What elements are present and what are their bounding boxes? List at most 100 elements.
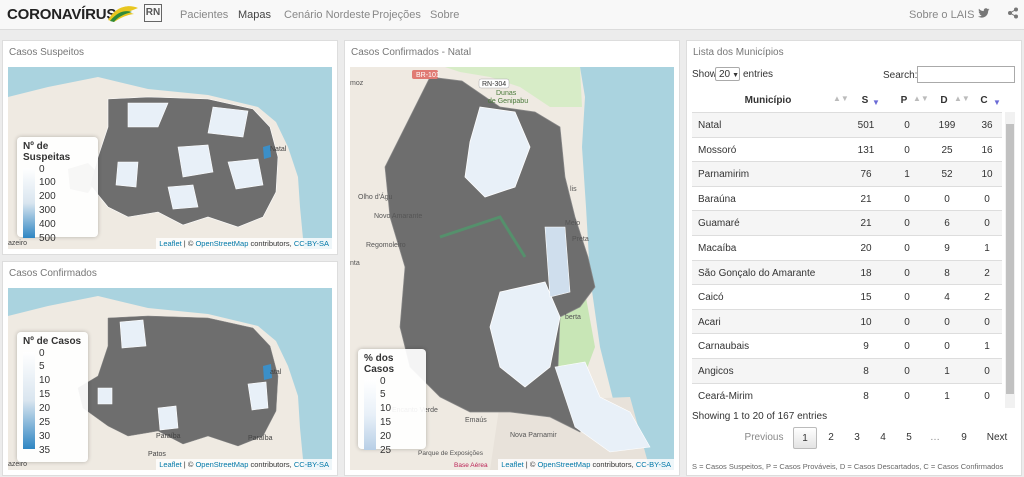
legend-tick: 25 (380, 445, 392, 456)
brand-logo-icon (108, 6, 138, 22)
table-row[interactable]: Guamaré 21 0 6 0 (692, 210, 1002, 236)
panel-title: Casos Confirmados - Natal (351, 47, 472, 58)
sort-icon[interactable]: ▲▼ (913, 94, 929, 103)
cell-d: 0 (944, 193, 950, 205)
col-header-c[interactable]: C (977, 95, 991, 106)
pagination-page-5[interactable]: 5 (900, 427, 918, 449)
pagination-page-2[interactable]: 2 (822, 427, 840, 449)
pagination-page-9[interactable]: 9 (955, 427, 973, 449)
scrollbar-thumb[interactable] (1006, 124, 1014, 394)
col-header-s[interactable]: S (858, 95, 872, 106)
search-input[interactable] (917, 66, 1015, 83)
pagination-page-1[interactable]: 1 (793, 427, 817, 449)
cell-municipio: Mossoró (698, 144, 737, 156)
table-row[interactable]: Carnaubais 9 0 0 1 (692, 333, 1002, 358)
cell-s: 8 (863, 390, 869, 402)
table-row[interactable]: Caicó 15 0 4 2 (692, 284, 1002, 309)
license-link[interactable]: CC-BY-SA (294, 460, 329, 469)
cell-d: 1 (944, 390, 950, 402)
cell-municipio: Baraúna (698, 193, 736, 205)
osm-link[interactable]: OpenStreetMap (195, 239, 248, 248)
col-header-municipio[interactable]: Município (733, 95, 803, 106)
leaflet-link[interactable]: Leaflet (501, 460, 524, 469)
share-icon[interactable] (1007, 7, 1019, 19)
entries-label: entries (743, 69, 774, 80)
brand-title[interactable]: CORONAVÍRUS (7, 6, 116, 23)
cell-d: 4 (944, 292, 950, 304)
road-shield-br101: BR-101 (416, 72, 440, 79)
cell-municipio: Ceará-Mirim (698, 390, 753, 402)
cell-s: 501 (857, 120, 875, 131)
cell-municipio: Acari (698, 316, 721, 328)
map-natal[interactable]: moz BR-101 RN-304 Dunas de Genipabu Olho… (350, 67, 674, 470)
table-scrollbar[interactable] (1005, 112, 1015, 408)
table-row[interactable]: Natal 501 0 199 36 (692, 112, 1002, 137)
panel-title: Casos Confirmados (9, 268, 97, 279)
twitter-icon[interactable] (978, 7, 990, 19)
table-row[interactable]: Baraúna 21 0 0 0 (692, 185, 1002, 211)
cell-c: 36 (981, 120, 993, 131)
table-row[interactable]: São Gonçalo do Amarante 18 0 8 2 (692, 259, 1002, 285)
map-casos-suspeitos[interactable]: Natal azeiro Nº de Suspeitas 0 100 200 3… (8, 67, 332, 249)
sort-desc-icon[interactable]: ▼ (993, 98, 1001, 107)
pagination-previous[interactable]: Previous (743, 427, 785, 449)
table-row[interactable]: Angicos 8 0 1 0 (692, 358, 1002, 383)
leaflet-link[interactable]: Leaflet (159, 460, 182, 469)
col-header-p[interactable]: P (897, 95, 911, 106)
map-casos-confirmados[interactable]: atal Patos azeiro Paraíba Paraíba Nº de … (8, 288, 332, 470)
road-shield-rn304: RN-304 (482, 81, 506, 88)
legend-tick: 10 (39, 375, 51, 386)
table-info: Showing 1 to 20 of 167 entries (692, 411, 828, 422)
osm-link[interactable]: OpenStreetMap (195, 460, 248, 469)
chevron-down-icon: ▼ (732, 72, 740, 79)
cell-municipio: Guamaré (698, 218, 740, 230)
cell-s: 21 (860, 218, 872, 230)
table-row[interactable]: Ceará-Mirim 8 0 1 0 (692, 382, 1002, 408)
osm-link[interactable]: OpenStreetMap (537, 460, 590, 469)
license-link[interactable]: CC-BY-SA (636, 460, 671, 469)
cell-c: 0 (984, 218, 990, 230)
nav-mapas[interactable]: Mapas (238, 9, 271, 21)
nav-sobre[interactable]: Sobre (430, 9, 459, 21)
license-link[interactable]: CC-BY-SA (294, 239, 329, 248)
map-label: berta (565, 314, 581, 321)
pagination-page-4[interactable]: 4 (874, 427, 892, 449)
cell-municipio: Carnaubais (698, 341, 750, 353)
legend-tick: 15 (380, 417, 392, 428)
page-size-select[interactable]: 20 ▼ (715, 67, 740, 81)
sort-icon[interactable]: ▲▼ (833, 94, 849, 103)
table-row[interactable]: Acari 10 0 0 0 (692, 308, 1002, 334)
table-row[interactable]: Mossoró 131 0 25 16 (692, 136, 1002, 162)
map-label: Base Aérea (454, 462, 488, 469)
cell-d: 52 (941, 169, 953, 181)
col-header-d[interactable]: D (937, 95, 951, 106)
table-row[interactable]: Parnamirim 76 1 52 10 (692, 161, 1002, 187)
map-label: nta (350, 260, 360, 267)
cell-d: 199 (938, 120, 956, 131)
map-label: Emaús (465, 417, 487, 424)
map-label-paraiba: Paraíba (248, 435, 273, 442)
map-label: Olho d'Águ (358, 192, 393, 201)
sort-icon[interactable]: ▲▼ (954, 94, 970, 103)
legend-title: Nº de Casos (23, 336, 82, 347)
cell-municipio: Caicó (698, 292, 724, 304)
pagination-next[interactable]: Next (984, 427, 1010, 449)
map-attribution: Leaflet | © OpenStreetMap contributors, … (498, 459, 674, 470)
legend-color-bar (23, 168, 35, 238)
nav-cenario-nordeste[interactable]: Cenário Nordeste (284, 9, 370, 21)
legend-tick: 0 (380, 376, 386, 387)
legend-tick: 25 (39, 417, 51, 428)
map-label-paraiba: Paraíba (156, 433, 181, 440)
pagination-page-3[interactable]: 3 (848, 427, 866, 449)
legend-tick: 300 (39, 205, 56, 216)
sort-desc-icon[interactable]: ▼ (872, 98, 880, 107)
map-label: de Genipabu (488, 98, 528, 105)
cell-c: 0 (984, 390, 990, 402)
nav-sobre-lais[interactable]: Sobre o LAIS (909, 9, 974, 21)
leaflet-link[interactable]: Leaflet (159, 239, 182, 248)
nav-projecoes[interactable]: Projeções (372, 9, 421, 21)
cell-c: 1 (984, 243, 990, 254)
nav-pacientes[interactable]: Pacientes (180, 9, 228, 21)
cell-s: 20 (860, 243, 872, 254)
table-row[interactable]: Macaíba 20 0 9 1 (692, 235, 1002, 260)
